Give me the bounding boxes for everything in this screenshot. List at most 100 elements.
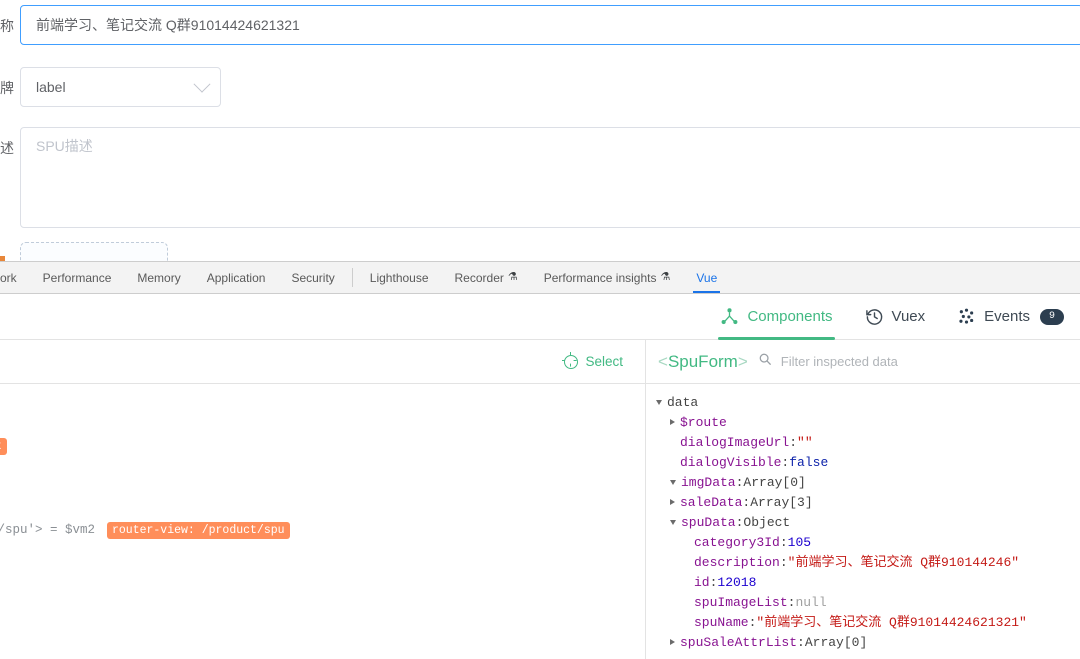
- data-tree-row[interactable]: dialogVisible: false: [646, 453, 1080, 473]
- data-value: "前端学习、笔记交流 Q群91014424621321": [756, 615, 1027, 630]
- tab-performance-insights-label: Performance insights: [543, 270, 657, 285]
- data-value: false: [789, 455, 829, 470]
- component-tree-pane: Select t t/spu'> = $vm2 router-view: /pr…: [0, 340, 645, 659]
- description-placeholder: SPU描述: [36, 138, 93, 154]
- spu-name-input-value: 前端学习、笔记交流 Q群91014424621321: [36, 17, 300, 33]
- data-tree-row[interactable]: spuData: Object: [646, 513, 1080, 533]
- data-key: spuImageList: [694, 595, 788, 610]
- component-tree-header: Select: [0, 340, 645, 384]
- spu-form-area: 称 前端学习、笔记交流 Q群91014424621321 牌 label 述 S…: [0, 0, 1080, 261]
- data-key: saleData: [680, 495, 743, 510]
- screenshot-root: 称 前端学习、笔记交流 Q群91014424621321 牌 label 述 S…: [0, 0, 1080, 659]
- description-label: 述: [0, 140, 14, 156]
- vue-tab-components-label: Components: [747, 308, 833, 325]
- vue-tab-vuex-label: Vuex: [891, 308, 926, 325]
- brand-select[interactable]: label: [20, 67, 221, 107]
- triangle-right-icon[interactable]: [670, 419, 675, 425]
- data-key: spuSaleAttrList: [680, 635, 798, 650]
- triangle-right-icon[interactable]: [670, 499, 675, 505]
- tab-memory-label: Memory: [137, 270, 181, 285]
- data-separator: :: [787, 595, 796, 610]
- data-tree-row[interactable]: spuName: "前端学习、笔记交流 Q群91014424621321": [646, 613, 1080, 633]
- data-tree-row[interactable]: spuImageList: null: [646, 593, 1080, 613]
- vue-tab-events[interactable]: Events 9: [941, 294, 1080, 340]
- data-tree-row[interactable]: spuSaleAttrList: Array[0]: [646, 633, 1080, 653]
- data-key: $route: [680, 415, 727, 430]
- vue-devtools-panel: Components Vuex Events 9 Select t/spu'> …: [0, 294, 1080, 659]
- select-component-button[interactable]: Select: [561, 352, 623, 369]
- data-tree-row[interactable]: dialogImageUrl: "": [646, 433, 1080, 453]
- data-tree-row[interactable]: $route: [646, 413, 1080, 433]
- data-tree-row[interactable]: id: 12018: [646, 573, 1080, 593]
- chevron-down-icon: [193, 75, 211, 93]
- data-value: Array[0]: [804, 635, 868, 650]
- bracket-open: <: [658, 351, 668, 371]
- tab-recorder-label: Recorder: [454, 270, 504, 285]
- tab-divider: [351, 268, 353, 287]
- events-count-badge: 9: [1040, 308, 1064, 325]
- devtools-tab-strip: ork Performance Memory Application Secur…: [0, 261, 1080, 294]
- data-value: "前端学习、笔记交流 Q群910144246": [787, 555, 1020, 570]
- target-crosshair-icon: [561, 352, 579, 369]
- data-key: dialogVisible: [680, 455, 782, 470]
- tab-application[interactable]: Application: [194, 262, 279, 293]
- image-upload-dropzone[interactable]: [20, 242, 168, 261]
- inspected-component-name: <SpuForm>: [658, 352, 748, 372]
- data-key: imgData: [681, 475, 736, 490]
- triangle-down-icon[interactable]: [656, 400, 662, 405]
- data-separator: :: [797, 635, 805, 650]
- tab-performance-insights[interactable]: Performance insights ⚗: [531, 262, 684, 293]
- description-textarea[interactable]: SPU描述: [20, 127, 1080, 228]
- data-tree-row[interactable]: saleData: Array[3]: [646, 493, 1080, 513]
- data-separator: :: [779, 555, 788, 570]
- data-tree-row[interactable]: description: "前端学习、笔记交流 Q群910144246": [646, 553, 1080, 573]
- tab-security[interactable]: Security: [278, 262, 347, 293]
- tab-performance-label: Performance: [42, 270, 112, 285]
- tab-network[interactable]: ork: [0, 262, 30, 293]
- data-separator: :: [789, 435, 798, 450]
- filter-placeholder-text: Filter inspected data: [780, 354, 898, 369]
- data-key: spuName: [694, 615, 749, 630]
- tab-performance[interactable]: Performance: [30, 262, 125, 293]
- component-name-text: SpuForm: [667, 351, 738, 371]
- data-separator: :: [748, 615, 757, 630]
- data-key: category3Id: [694, 535, 780, 550]
- data-separator: :: [735, 475, 744, 490]
- tab-lighthouse[interactable]: Lighthouse: [357, 262, 442, 293]
- triangle-right-icon[interactable]: [670, 639, 675, 645]
- data-tree-row[interactable]: data: [646, 393, 1080, 413]
- filter-data-field[interactable]: Filter inspected data: [758, 352, 898, 371]
- vue-devtools-toolbar: Components Vuex Events 9: [0, 294, 1080, 340]
- triangle-down-icon[interactable]: [670, 480, 676, 485]
- data-tree-row[interactable]: imgData: Array[0]: [646, 473, 1080, 493]
- dots-scatter-icon: [957, 307, 976, 326]
- data-separator: :: [742, 495, 751, 510]
- spu-name-label: 称: [0, 18, 14, 34]
- tab-network-label: ork: [0, 270, 17, 285]
- inspector-pane: <SpuForm> Filter inspected data data $rou…: [646, 340, 1080, 659]
- data-separator: :: [779, 535, 788, 550]
- inspector-header: <SpuForm> Filter inspected data: [646, 340, 1080, 384]
- data-key: id: [694, 575, 710, 590]
- data-tree-row[interactable]: category3Id: 105: [646, 533, 1080, 553]
- spu-name-input[interactable]: 前端学习、笔记交流 Q群91014424621321: [20, 5, 1080, 45]
- tab-application-label: Application: [206, 270, 266, 285]
- tab-security-label: Security: [291, 270, 335, 285]
- vue-tab-events-label: Events: [984, 308, 1030, 325]
- vue-tab-components[interactable]: Components: [704, 294, 848, 340]
- component-vm-line: t/spu'> = $vm2: [0, 523, 96, 537]
- triangle-down-icon[interactable]: [670, 520, 676, 525]
- data-value: 12018: [717, 575, 757, 590]
- tab-recorder[interactable]: Recorder ⚗: [442, 262, 531, 293]
- brand-label: 牌: [0, 80, 14, 96]
- tab-vue[interactable]: Vue: [683, 262, 730, 293]
- data-key: dialogImageUrl: [680, 435, 790, 450]
- tab-memory[interactable]: Memory: [124, 262, 193, 293]
- data-value: 105: [787, 535, 812, 550]
- inspected-data-tree: data $route dialogImageUrl: "" dialogVisibl…: [646, 384, 1080, 653]
- data-separator: :: [735, 515, 744, 530]
- tab-lighthouse-label: Lighthouse: [369, 270, 429, 285]
- data-value: Array[3]: [750, 495, 813, 510]
- data-separator: :: [781, 455, 790, 470]
- vue-tab-vuex[interactable]: Vuex: [849, 294, 942, 340]
